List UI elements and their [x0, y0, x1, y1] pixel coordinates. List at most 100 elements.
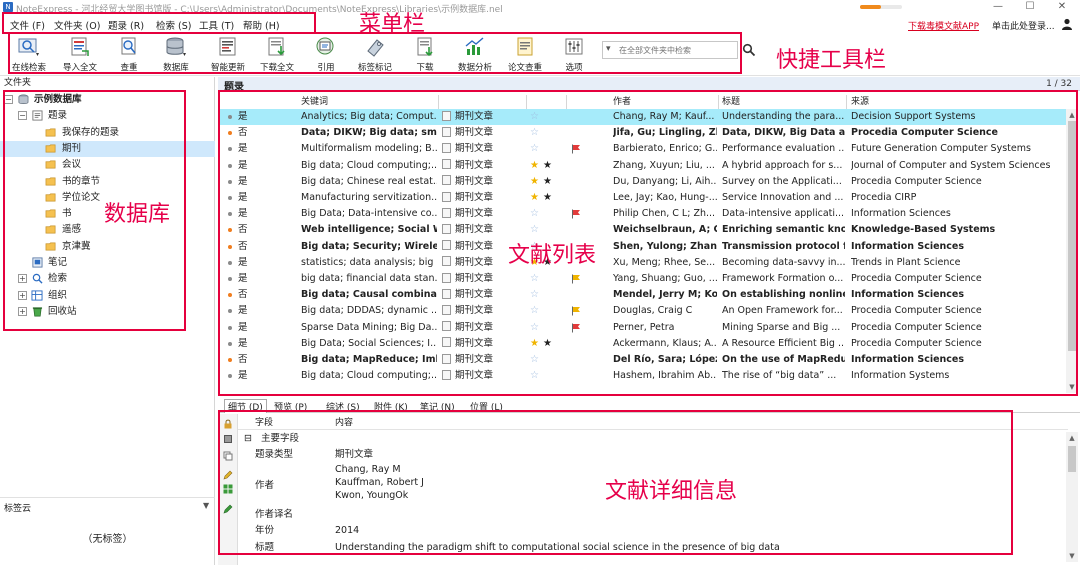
flag-icon[interactable]	[571, 323, 581, 333]
author-value[interactable]: Kwon, YoungOk	[335, 490, 408, 502]
flag-icon[interactable]	[571, 209, 581, 219]
folder-item[interactable]: + 回收站	[0, 304, 215, 320]
reference-row[interactable]: 是 Analytics; Big data; Comput... 期刊文章 ☆ Chan…	[218, 109, 1066, 126]
minimize-button[interactable]: —	[984, 0, 1012, 14]
reference-row[interactable]: 是 big data; financial data stan... 期刊文章 ☆ Ya…	[218, 271, 1066, 287]
author-value[interactable]: Kauffman, Robert J	[335, 477, 424, 489]
copy-icon[interactable]	[223, 451, 233, 461]
star-icon[interactable]: ☆	[530, 206, 539, 222]
cite-button[interactable]: 引用	[303, 36, 349, 74]
group-toggle[interactable]: ⊟	[244, 433, 252, 445]
reference-row[interactable]: 否 Big data; MapReduce; Imb: 期刊文章 ☆ Del Río, …	[218, 352, 1066, 368]
download-app-link[interactable]: 下载毒模文献APP	[908, 19, 979, 32]
menu-references[interactable]: 题录 (R)	[108, 18, 144, 32]
paper-check-button[interactable]: 论文查重	[502, 36, 548, 74]
reference-row[interactable]: 是 Multiformalism modeling; B... 期刊文章 ☆ Barbi…	[218, 141, 1066, 157]
folder-item[interactable]: 会议	[0, 157, 215, 173]
tab-detail[interactable]: 细节 (D)	[224, 399, 267, 413]
author-value[interactable]: Chang, Ray M	[335, 464, 401, 476]
star-icon[interactable]: ★	[543, 158, 552, 174]
star-icon[interactable]: ★	[543, 174, 552, 190]
star-icon[interactable]: ☆	[530, 271, 539, 287]
data-analysis-button[interactable]: 数据分析	[452, 36, 498, 74]
column-header-source[interactable]: 来源	[851, 95, 1031, 109]
column-header-keywords[interactable]: 关键词	[301, 95, 431, 109]
reference-row[interactable]: 是 Sparse Data Mining; Big Da... 期刊文章 ☆ Perne…	[218, 320, 1066, 336]
expand-icon[interactable]: +	[18, 290, 27, 300]
star-icon[interactable]: ★	[530, 255, 539, 271]
folder-item[interactable]: 学位论文	[0, 190, 215, 206]
menu-help[interactable]: 帮助 (H)	[243, 18, 280, 32]
reference-row[interactable]: 否 Web intelligence; Social W 期刊文章 ☆ Weichsel…	[218, 222, 1066, 238]
star-icon[interactable]: ★	[530, 158, 539, 174]
star-icon[interactable]: ☆	[530, 141, 539, 157]
flag-icon[interactable]	[571, 144, 581, 154]
star-icon[interactable]: ☆	[530, 125, 539, 141]
reference-row[interactable]: 是 Big data; Cloud computing;... 期刊文章 ☆ Hashe…	[218, 368, 1066, 384]
online-search-button[interactable]: ▾ 在线检索	[6, 36, 52, 74]
reference-row[interactable]: 否 Big data; Causal combinati 期刊文章 ☆ Mendel, …	[218, 287, 1066, 303]
scroll-down-icon[interactable]: ▼	[1066, 381, 1078, 393]
star-icon[interactable]: ★	[530, 174, 539, 190]
menu-search[interactable]: 检索 (S)	[156, 18, 191, 32]
column-header-title[interactable]: 标题	[722, 95, 842, 109]
field-value[interactable]: 2014	[335, 525, 359, 537]
scroll-up-icon[interactable]: ▲	[1066, 432, 1078, 444]
login-link[interactable]: 单击此处登录...	[992, 19, 1055, 32]
options-button[interactable]: 选项	[551, 36, 597, 74]
flag-icon[interactable]	[571, 306, 581, 316]
star-icon[interactable]: ★	[530, 336, 539, 352]
star-icon[interactable]: ☆	[530, 287, 539, 303]
import-fulltext-button[interactable]: 导入全文	[57, 36, 103, 74]
star-icon[interactable]: ★	[543, 255, 552, 271]
tab-attachments[interactable]: 附件 (K)	[374, 400, 408, 413]
tag-mark-button[interactable]: 标签标记	[352, 36, 398, 74]
reference-row[interactable]: 是 Big Data; Social Sciences; I... 期刊文章 ★ ★ Ac…	[218, 336, 1066, 352]
lock-icon[interactable]	[223, 419, 233, 429]
reference-row[interactable]: 否 Data; DIKW; Big data; smal 期刊文章 ☆ Jifa, Gu…	[218, 125, 1066, 141]
tab-notes[interactable]: 笔记 (N)	[420, 400, 455, 413]
star-icon[interactable]: ☆	[530, 352, 539, 368]
menu-folder[interactable]: 文件夹 (O)	[54, 18, 100, 32]
scroll-up-icon[interactable]: ▲	[1066, 109, 1078, 121]
scroll-down-icon[interactable]: ▼	[1066, 550, 1078, 562]
search-box[interactable]: ▾	[602, 41, 738, 59]
expand-icon[interactable]: +	[18, 306, 27, 316]
download-fulltext-button[interactable]: 下载全文	[254, 36, 300, 74]
reference-row[interactable]: 否 Big data; Security; Wireless 期刊文章 ☆ Shen, …	[218, 239, 1066, 255]
expand-icon[interactable]: +	[18, 274, 27, 284]
folder-item[interactable]: + 组织	[0, 288, 215, 304]
tab-preview[interactable]: 预览 (P)	[274, 400, 307, 413]
smart-update-button[interactable]: 智能更新	[205, 36, 251, 74]
star-icon[interactable]: ★	[543, 336, 552, 352]
collapse-icon[interactable]: −	[18, 111, 27, 121]
reference-row[interactable]: 是 Big data; Cloud computing;... 期刊文章 ★ ★ Zhan…	[218, 158, 1066, 174]
reference-row[interactable]: 是 Big data; Chinese real estat... 期刊文章 ★ ★ Du…	[218, 174, 1066, 190]
star-icon[interactable]: ☆	[530, 320, 539, 336]
detail-scrollbar[interactable]: ▲ ▼	[1066, 432, 1078, 562]
tab-location[interactable]: 位置 (L)	[470, 400, 503, 413]
close-button[interactable]: ✕	[1048, 0, 1076, 14]
grid-view-icon[interactable]	[223, 484, 233, 494]
folder-item[interactable]: − 示例数据库	[0, 92, 215, 108]
search-input[interactable]	[619, 44, 735, 56]
folder-item[interactable]: − 题录	[0, 108, 215, 124]
search-icon[interactable]	[742, 43, 756, 57]
edit-icon[interactable]	[223, 470, 233, 480]
folder-item[interactable]: 我保存的题录	[0, 125, 215, 141]
field-value[interactable]: Understanding the paradigm shift to comp…	[335, 542, 780, 554]
list-scrollbar-thumb[interactable]	[1068, 121, 1076, 351]
folder-item[interactable]: 笔记	[0, 255, 215, 271]
reference-row[interactable]: 是 statistics; data analysis; big ... 期刊文章 ★…	[218, 255, 1066, 271]
collapse-icon[interactable]: −	[4, 95, 13, 104]
reference-row[interactable]: 是 Big data; DDDAS; dynamic ... 期刊文章 ☆ Dougla…	[218, 303, 1066, 319]
database-button[interactable]: ▾ 数据库	[153, 36, 199, 74]
field-value[interactable]: 期刊文章	[335, 449, 373, 461]
chevron-down-icon[interactable]: ▾	[606, 44, 611, 54]
flag-icon[interactable]	[571, 274, 581, 284]
star-icon[interactable]: ☆	[530, 222, 539, 238]
list-scrollbar[interactable]: ▲ ▼	[1066, 109, 1078, 393]
detail-group-main[interactable]: ⊟ 主要字段	[238, 433, 1068, 445]
star-icon[interactable]: ★	[530, 190, 539, 206]
menu-file[interactable]: 文件 (F)	[10, 18, 45, 32]
